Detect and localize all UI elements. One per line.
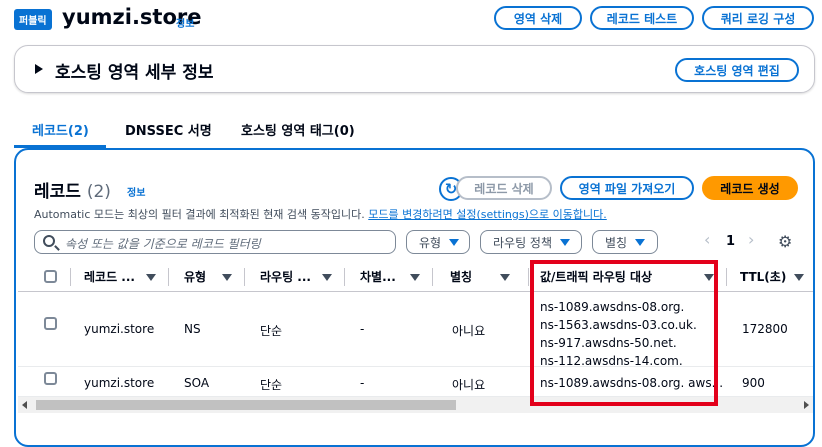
title-info-link[interactable]: 정보 bbox=[176, 15, 194, 30]
test-record-button[interactable]: 레코드 테스트 bbox=[590, 6, 694, 30]
delete-zone-button[interactable]: 영역 삭제 bbox=[494, 6, 582, 30]
differentiator: - bbox=[360, 376, 365, 390]
sort-icon[interactable] bbox=[222, 274, 232, 281]
column-divider bbox=[70, 268, 71, 286]
sort-icon[interactable] bbox=[794, 274, 804, 281]
record-name: yumzi.store bbox=[84, 376, 155, 390]
table-settings-icon[interactable]: ⚙ bbox=[778, 232, 792, 251]
select-all-checkbox[interactable] bbox=[44, 270, 57, 283]
expand-caret-icon[interactable] bbox=[35, 64, 43, 74]
search-mode-description: Automatic 모드는 최상의 필터 결과에 최적화된 현재 검색 동작입니… bbox=[34, 206, 607, 222]
type-filter-dropdown[interactable]: 유형 bbox=[406, 230, 470, 254]
search-mode-text: Automatic 모드는 최상의 필터 결과에 최적화된 현재 검색 동작입니… bbox=[34, 208, 365, 221]
caret-down-icon bbox=[560, 238, 571, 246]
routing-policy: 단순 bbox=[260, 378, 283, 392]
sort-icon[interactable] bbox=[146, 274, 156, 281]
column-header-routing-policy[interactable]: 라우팅 ... bbox=[260, 268, 311, 285]
alias-filter-dropdown[interactable]: 별칭 bbox=[592, 230, 658, 254]
column-divider bbox=[528, 268, 529, 286]
differentiator: - bbox=[360, 322, 365, 336]
record-filter-search[interactable]: 속성 또는 값을 기준으로 레코드 필터링 bbox=[34, 230, 396, 254]
records-info-link[interactable]: 정보 bbox=[127, 184, 145, 199]
hosted-zone-details-panel[interactable]: 호스팅 영역 세부 정보 호스팅 영역 편집 bbox=[14, 45, 815, 93]
column-divider bbox=[432, 268, 433, 286]
alias-filter-label: 별칭 bbox=[605, 235, 628, 250]
scroll-left-icon[interactable] bbox=[22, 401, 27, 409]
tab-hosted-zone-tags[interactable]: 호스팅 영역 태그(0) bbox=[241, 120, 355, 139]
record-type: SOA bbox=[184, 376, 210, 390]
delete-record-button[interactable]: 레코드 삭제 bbox=[456, 176, 552, 200]
column-header-type[interactable]: 유형 bbox=[184, 268, 206, 285]
search-mode-settings-link[interactable]: 모드를 변경하려면 설정(settings)으로 이동합니다. bbox=[368, 208, 606, 221]
scroll-right-icon[interactable] bbox=[804, 401, 809, 409]
caret-down-icon bbox=[635, 238, 646, 246]
alias: 아니요 bbox=[452, 324, 486, 338]
page-header: 퍼블릭 yumzi.store 정보 영역 삭제 레코드 테스트 쿼리 로깅 구… bbox=[0, 0, 822, 40]
alias: 아니요 bbox=[452, 378, 486, 392]
sort-icon[interactable] bbox=[410, 274, 420, 281]
configure-query-logging-button[interactable]: 쿼리 로깅 구성 bbox=[702, 6, 814, 30]
tab-bar: 레코드(2) DNSSEC 서명 호스팅 영역 태그(0) bbox=[14, 114, 815, 148]
column-header-ttl[interactable]: TTL(초) bbox=[740, 268, 786, 285]
edit-hosted-zone-button[interactable]: 호스팅 영역 편집 bbox=[675, 58, 799, 82]
search-icon bbox=[43, 235, 55, 247]
record-ttl: 900 bbox=[742, 376, 765, 390]
column-divider bbox=[726, 268, 727, 286]
scrollbar-thumb[interactable] bbox=[36, 400, 456, 410]
routing-policy-filter-dropdown[interactable]: 라우팅 정책 bbox=[480, 230, 582, 254]
tab-dnssec-signing[interactable]: DNSSEC 서명 bbox=[125, 120, 212, 139]
column-header-record-name[interactable]: 레코드 ... bbox=[84, 268, 135, 285]
prev-page-icon[interactable]: ‹ bbox=[704, 230, 710, 249]
column-divider bbox=[168, 268, 169, 286]
records-title: 레코드 bbox=[34, 182, 81, 202]
column-header-alias[interactable]: 별칭 bbox=[450, 268, 472, 285]
import-zone-file-button[interactable]: 영역 파일 가져오기 bbox=[560, 176, 694, 200]
records-heading: 레코드 (2) bbox=[34, 177, 111, 202]
column-divider bbox=[244, 268, 245, 286]
sort-icon[interactable] bbox=[500, 274, 510, 281]
record-type: NS bbox=[184, 322, 201, 336]
column-divider bbox=[344, 268, 345, 286]
type-filter-label: 유형 bbox=[419, 235, 442, 250]
row-checkbox[interactable] bbox=[44, 372, 57, 385]
records-count: (2) bbox=[86, 182, 111, 202]
public-badge: 퍼블릭 bbox=[14, 9, 52, 30]
search-input[interactable]: 속성 또는 값을 기준으로 레코드 필터링 bbox=[65, 235, 261, 252]
column-header-differentiator[interactable]: 차별... bbox=[360, 268, 396, 285]
routing-filter-label: 라우팅 정책 bbox=[493, 235, 553, 250]
record-name: yumzi.store bbox=[84, 322, 155, 336]
current-page[interactable]: 1 bbox=[726, 234, 735, 249]
highlight-annotation bbox=[530, 260, 718, 406]
record-ttl: 172800 bbox=[742, 322, 788, 336]
routing-policy: 단순 bbox=[260, 324, 283, 338]
tab-records[interactable]: 레코드(2) bbox=[32, 120, 89, 139]
sort-icon[interactable] bbox=[322, 274, 332, 281]
create-record-button[interactable]: 레코드 생성 bbox=[702, 176, 798, 200]
caret-down-icon bbox=[449, 238, 460, 246]
next-page-icon[interactable]: › bbox=[748, 230, 754, 249]
hosted-zone-details-title[interactable]: 호스팅 영역 세부 정보 bbox=[55, 58, 214, 83]
row-checkbox[interactable] bbox=[44, 317, 57, 330]
